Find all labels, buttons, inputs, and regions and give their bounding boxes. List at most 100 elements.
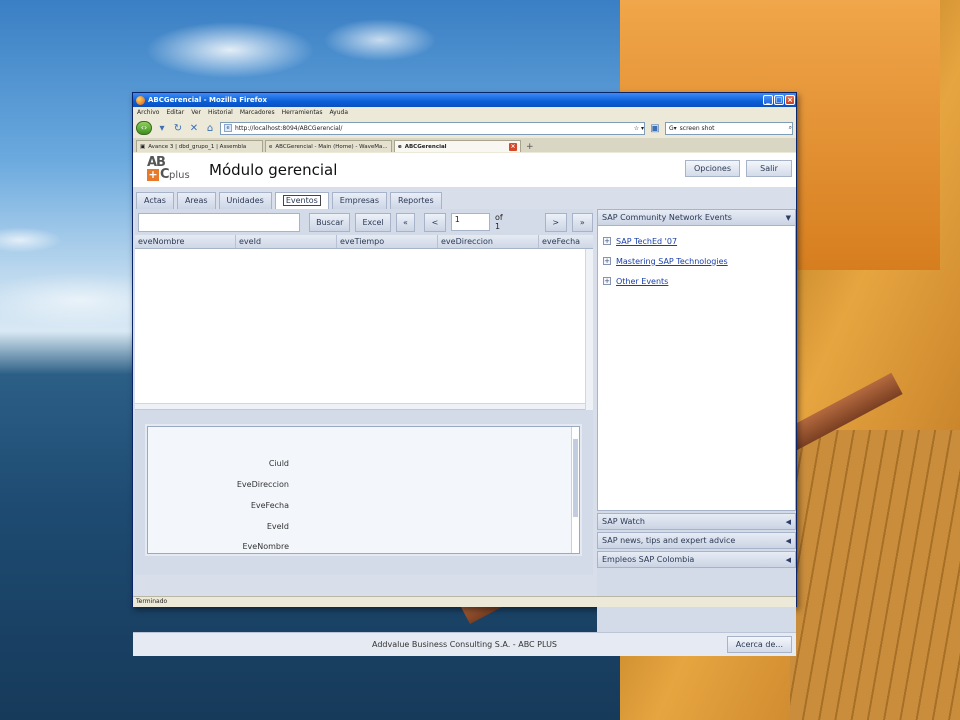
menu-archivo[interactable]: Archivo <box>137 109 159 116</box>
browser-tab-assembla[interactable]: ▣ Avance 3 | dbd_grupo_1 | Assembla <box>136 140 263 152</box>
page-number-input[interactable]: 1 <box>450 213 490 231</box>
tab-unidades[interactable]: Unidades <box>218 192 272 209</box>
menu-historial[interactable]: Historial <box>208 109 233 116</box>
sap-link-mastering[interactable]: + Mastering SAP Technologies <box>598 251 795 271</box>
tab-label: ABCGerencial <box>404 143 447 150</box>
sap-link-label[interactable]: Mastering SAP Technologies <box>616 257 728 266</box>
url-bar[interactable]: e http://localhost:8094/ABCGerencial/ ☆ … <box>220 121 645 135</box>
tab-favicon-icon: e <box>398 143 402 150</box>
extension-icon[interactable]: ▣ <box>649 123 661 134</box>
sap-jobs-header[interactable]: Empleos SAP Colombia ◀ <box>597 551 796 568</box>
grid-vertical-scrollbar[interactable] <box>585 249 593 410</box>
footer-text: Addvalue Business Consulting S.A. - ABC … <box>372 640 557 649</box>
tab-areas[interactable]: Areas <box>176 192 216 209</box>
search-button[interactable]: Buscar <box>309 212 351 232</box>
window-titlebar[interactable]: ABCGerencial - Mozilla Firefox _ □ × <box>133 93 796 107</box>
field-ciuld: Ciuld <box>268 459 289 468</box>
pane-splitter[interactable] <box>135 410 593 418</box>
reload-icon[interactable]: ↻ <box>172 123 184 134</box>
column-evefecha[interactable]: eveFecha <box>539 235 591 248</box>
options-button[interactable]: Opciones <box>684 160 740 177</box>
expand-icon[interactable]: + <box>603 277 611 285</box>
expand-icon[interactable]: + <box>603 257 611 265</box>
sap-events-header[interactable]: SAP Community Network Events ▼ <box>597 209 796 226</box>
bookmark-star-icon[interactable]: ☆ ▾ <box>634 125 644 132</box>
field-evenombre: EveNombre <box>242 542 290 551</box>
expand-arrow-icon: ◀ <box>785 555 791 564</box>
grid-horizontal-scrollbar[interactable] <box>135 403 585 409</box>
url-text: http://localhost:8094/ABCGerencial/ <box>235 124 343 132</box>
search-engine-icon[interactable]: G▾ <box>669 125 677 132</box>
column-evedireccion[interactable]: eveDireccion <box>438 235 539 248</box>
search-input[interactable] <box>138 212 301 232</box>
sap-events-body: + SAP TechEd '07 + Mastering SAP Technol… <box>597 226 796 511</box>
expand-icon[interactable]: + <box>603 237 611 245</box>
tab-label: Avance 3 | dbd_grupo_1 | Assembla <box>148 143 247 150</box>
stop-icon[interactable]: ✕ <box>188 123 200 134</box>
tab-close-icon[interactable]: × <box>509 142 517 151</box>
tab-eventos[interactable]: Eventos <box>274 192 329 209</box>
history-dropdown-icon[interactable]: ▾ <box>156 123 168 134</box>
desktop-deck <box>790 430 960 720</box>
next-page-button[interactable]: > <box>544 212 567 232</box>
sap-link-other-events[interactable]: + Other Events <box>598 271 795 291</box>
search-icon[interactable]: ⌕ <box>789 124 792 132</box>
app-page: AB + C plus Módulo gerencial Opciones Sa… <box>133 153 796 656</box>
detail-scroll-thumb[interactable] <box>573 439 578 517</box>
about-button[interactable]: Acerca de... <box>726 636 792 653</box>
tab-empresas[interactable]: Empresas <box>331 192 387 209</box>
new-tab-icon[interactable]: + <box>523 142 534 152</box>
menu-herramientas[interactable]: Herramientas <box>282 109 323 116</box>
field-evefecha: EveFecha <box>250 501 289 510</box>
prev-page-button[interactable]: < <box>424 212 446 232</box>
page-title: Módulo gerencial <box>209 161 338 179</box>
first-page-button[interactable]: « <box>395 212 416 232</box>
sap-side-panel: SAP Community Network Events ▼ + SAP Tec… <box>597 209 796 634</box>
sap-link-label[interactable]: Other Events <box>616 277 668 286</box>
sap-news-title: SAP news, tips and expert advice <box>602 536 736 545</box>
tab-label: ABCGerencial - Main (Home) - WaveMa... <box>275 143 388 150</box>
tab-reportes[interactable]: Reportes <box>390 192 442 209</box>
field-eveid: EveId <box>266 522 289 531</box>
back-button[interactable]: ‹› <box>136 121 152 135</box>
events-grid[interactable] <box>135 249 593 410</box>
menu-ayuda[interactable]: Ayuda <box>329 109 348 116</box>
detail-form: Ciuld EveDireccion EveFecha EveId EveNom… <box>147 426 580 554</box>
tab-eventos-label: Eventos <box>282 195 321 206</box>
browser-tab-wavemaker[interactable]: e ABCGerencial - Main (Home) - WaveMa... <box>265 140 392 152</box>
column-eveid[interactable]: eveId <box>236 235 337 248</box>
maximize-button[interactable]: □ <box>774 95 784 105</box>
collapse-icon: ▼ <box>785 213 791 222</box>
site-icon: e <box>224 124 232 132</box>
minimize-button[interactable]: _ <box>763 95 773 105</box>
exit-button[interactable]: Salir <box>746 160 792 177</box>
menu-editar[interactable]: Editar <box>166 109 184 116</box>
detail-panel: Ciuld EveDireccion EveFecha EveId EveNom… <box>135 418 593 575</box>
app-header: AB + C plus Módulo gerencial Opciones Sa… <box>133 153 796 187</box>
sap-watch-title: SAP Watch <box>602 517 645 526</box>
menu-ver[interactable]: Ver <box>191 109 201 116</box>
sap-link-label[interactable]: SAP TechEd '07 <box>616 237 677 246</box>
excel-button[interactable]: Excel <box>355 212 391 232</box>
tab-favicon-icon: ▣ <box>140 143 146 150</box>
window-title: ABCGerencial - Mozilla Firefox <box>148 96 267 104</box>
app-footer: Addvalue Business Consulting S.A. - ABC … <box>133 632 796 656</box>
browser-tab-abcgerencial[interactable]: e ABCGerencial × <box>394 140 521 152</box>
last-page-button[interactable]: » <box>571 212 594 232</box>
expand-arrow-icon: ◀ <box>785 536 791 545</box>
menu-bar: Archivo Editar Ver Historial Marcadores … <box>133 107 796 118</box>
detail-scrollbar[interactable] <box>571 427 579 553</box>
sap-news-header[interactable]: SAP news, tips and expert advice ◀ <box>597 532 796 549</box>
column-evetiempo[interactable]: eveTiempo <box>337 235 438 248</box>
column-evenombre[interactable]: eveNombre <box>135 235 236 248</box>
field-evedireccion: EveDireccion <box>236 480 289 489</box>
module-tabs: Actas Areas Unidades Eventos Empresas Re… <box>133 191 796 209</box>
close-button[interactable]: × <box>785 95 795 105</box>
menu-marcadores[interactable]: Marcadores <box>240 109 275 116</box>
grid-header: eveNombre eveId eveTiempo eveDireccion e… <box>135 235 593 249</box>
tab-actas[interactable]: Actas <box>136 192 174 209</box>
search-bar[interactable]: G▾ screen shot ⌕ <box>665 121 793 135</box>
sap-watch-header[interactable]: SAP Watch ◀ <box>597 513 796 530</box>
home-icon[interactable]: ⌂ <box>204 123 216 134</box>
sap-link-teched[interactable]: + SAP TechEd '07 <box>598 231 795 251</box>
